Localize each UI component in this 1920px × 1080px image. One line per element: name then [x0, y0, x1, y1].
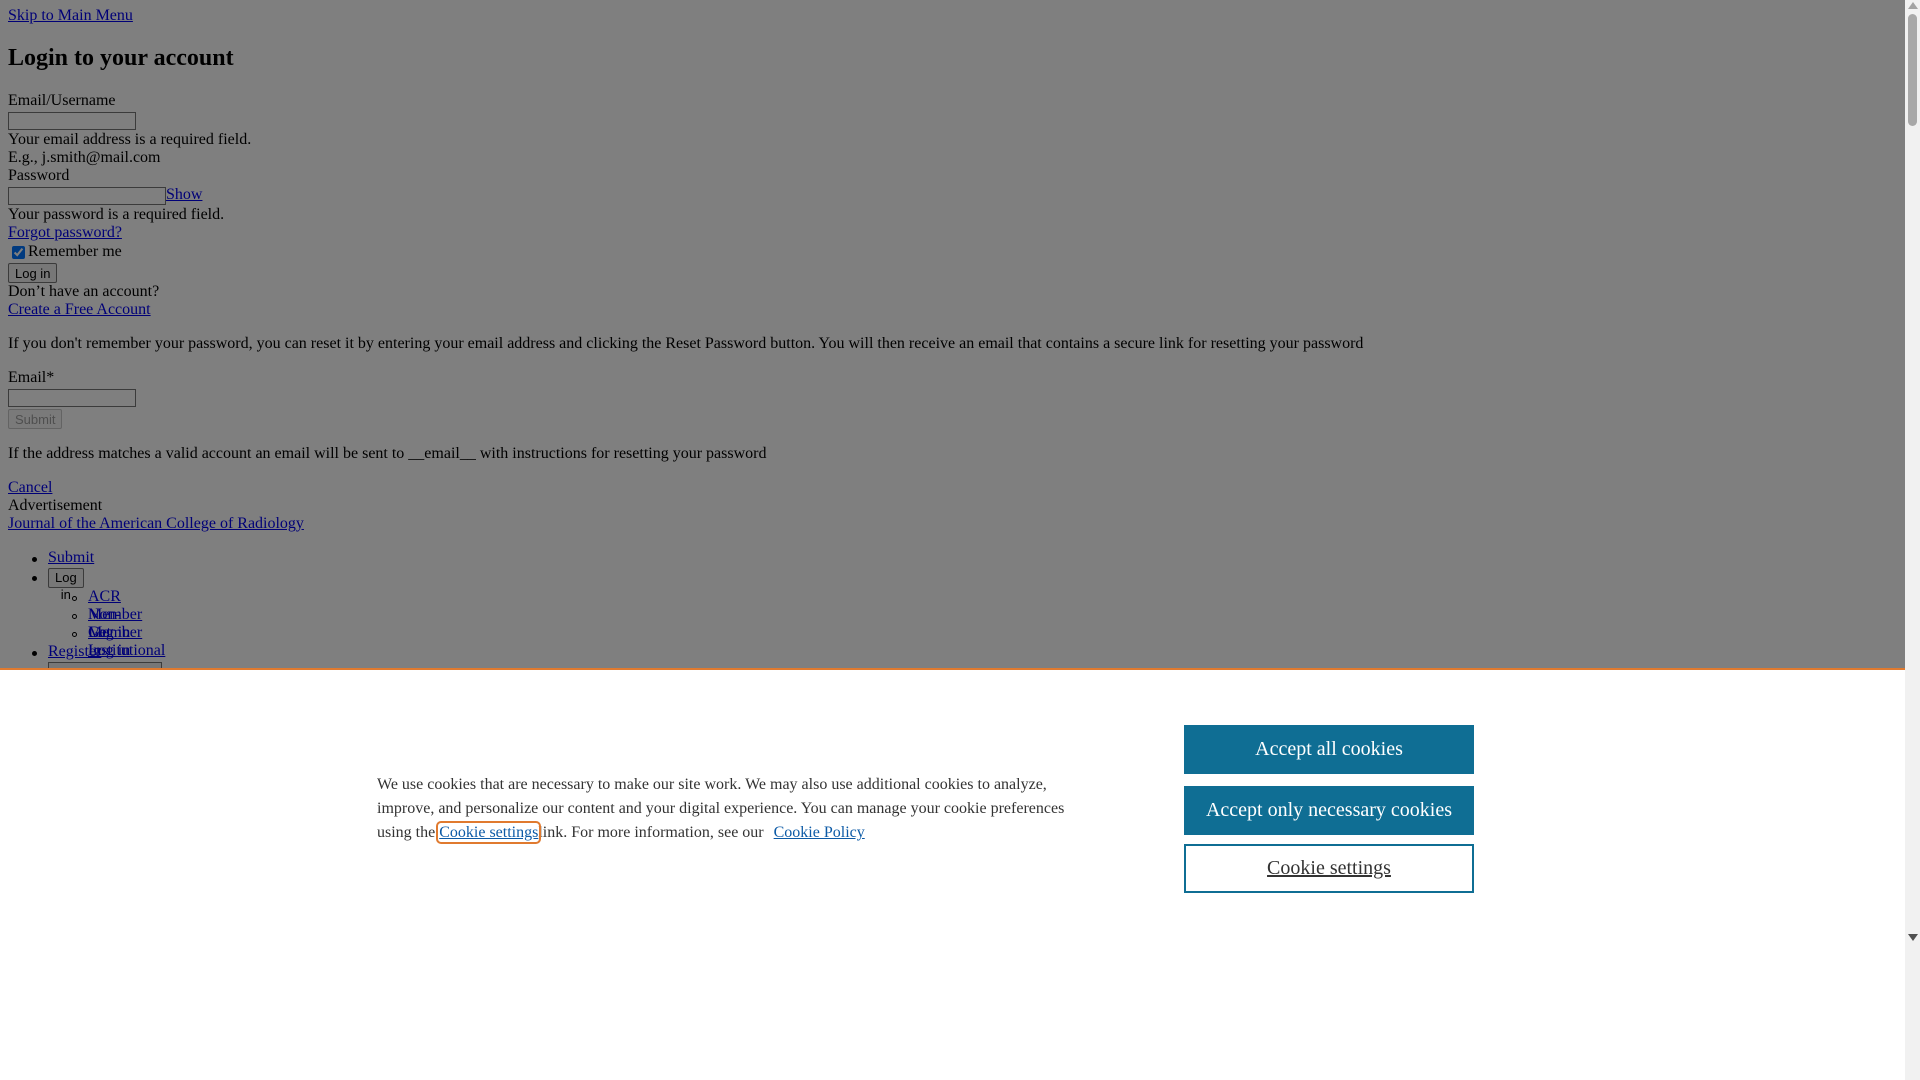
- scroll-up-arrow-icon[interactable]: [1908, 2, 1918, 9]
- cookie-text-after: link. For more information, see our: [538, 824, 764, 841]
- login-page: Skip to Main Menu Login to your account …: [0, 0, 1905, 1080]
- cookie-consent-banner: We use cookies that are necessary to mak…: [0, 668, 1905, 1080]
- cookie-settings-button[interactable]: Cookie settings: [1184, 844, 1474, 893]
- scroll-down-arrow-icon[interactable]: [1908, 934, 1918, 941]
- page-scrollbar[interactable]: [1905, 0, 1920, 1080]
- cookie-policy-link[interactable]: Cookie Policy: [774, 824, 865, 841]
- accept-necessary-cookies-button[interactable]: Accept only necessary cookies: [1184, 786, 1474, 835]
- cookie-banner-message: We use cookies that are necessary to mak…: [377, 773, 1087, 845]
- cookie-settings-inline-link[interactable]: Cookie settings: [436, 821, 542, 844]
- accept-all-cookies-button[interactable]: Accept all cookies: [1184, 725, 1474, 774]
- scrollbar-thumb[interactable]: [1908, 14, 1917, 126]
